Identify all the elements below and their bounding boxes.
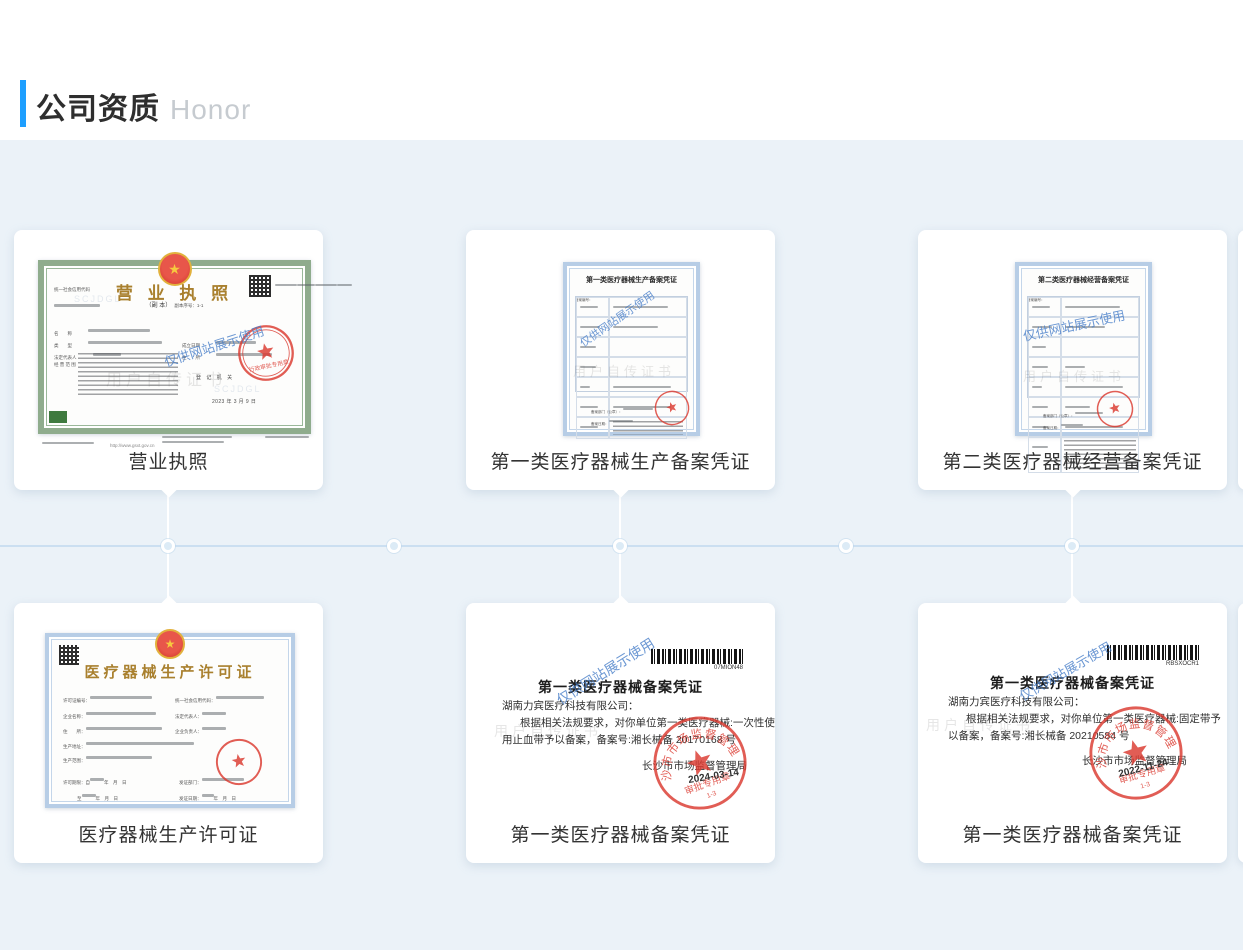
card-tail [160,596,177,613]
card-tail [612,481,629,498]
barcode-serial: RBSXOCR1 [1166,661,1199,667]
timeline-dot [839,539,853,553]
company-line: 湖南力宾医疗科技有限公司： [948,694,1085,709]
cert-title: 第一类医疗器械备案凭证 [918,673,1227,693]
green-code-block [49,411,67,423]
card-label: 营业执照 [14,447,323,474]
card-label: 医疗器械生产许可证 [14,820,323,847]
page-title: 公司资质 Honor [36,84,251,128]
cert-table [575,296,688,392]
company-honor-page: 公司资质 Honor ★ 统一社会信用代码 营 业 执 照 （副 本） 副本序号：… [0,0,1243,950]
qr-code [249,275,271,297]
scope-label: 生产范围： [63,758,86,763]
red-stamp: 行政审批专用章 [232,319,301,388]
section-header: 公司资质 Honor [0,0,1243,140]
credit-code-label: 统一社会信用代码： [175,698,216,703]
certificate-image: ★ 医疗器械生产许可证 许可证编号： 统一社会信用代码： 企业名称： 法定代表人… [45,633,295,808]
barcode-serial: 07MION48 [714,665,743,671]
card-label: 第二类医疗器械经营备案凭证 [918,447,1227,474]
field-address: 住 所 [182,355,200,360]
issue-date: 2023 年 3 月 9 日 [212,398,256,405]
term-label: 许可期限：自 [63,780,90,785]
timeline-dot [387,539,401,553]
cert-card-class2-operation[interactable]: 第二类医疗器械经营备案凭证 备案编号： 备案部门（公章）： 备案日期： [918,230,1227,490]
to-label: 至 [77,796,82,801]
cert-card-class1-production[interactable]: 第一类医疗器械生产备案凭证 备案编号： 备案部门（公章）： 备案日期： [466,230,775,490]
certificate-image: 第二类医疗器械经营备案凭证 备案编号： 备案部门（公章）： 备案日期： [1015,262,1152,436]
card-label: 第一类医疗器械生产备案凭证 [466,447,775,474]
cert-title: 第二类医疗器械经营备案凭证 [1019,275,1148,285]
card-label: 第一类医疗器械备案凭证 [918,820,1227,847]
card-tail [612,596,629,613]
card-tail [1064,596,1081,613]
cert-title: 第一类医疗器械生产备案凭证 [567,275,696,285]
field-scope: 经 营 范 围 [54,362,76,367]
barcode [651,649,743,664]
accent-bar [20,80,26,127]
stamp-number: 1-3 [706,790,718,800]
cert-title: 医疗器械生产许可证 [49,661,291,682]
cert-card-class1-filing-2024[interactable]: 07MION48 第一类医疗器械备案凭证 湖南力宾医疗科技有限公司： 根据相关法… [466,603,775,863]
next-slide-peek [1238,603,1243,863]
cert-card-class1-filing-2022[interactable]: RBSXOCR1 第一类医疗器械备案凭证 湖南力宾医疗科技有限公司： 根据相关法… [918,603,1227,863]
issue-date-label: 发证日期： [179,796,202,801]
timeline-dot [613,539,627,553]
license-subtitle: （副 本） 副本序号：1-1 [44,300,305,309]
date-label: 备案日期： [591,422,609,426]
cert-card-production-permit[interactable]: ★ 医疗器械生产许可证 许可证编号： 统一社会信用代码： 企业名称： 法定代表人… [14,603,323,863]
company-line: 湖南力宾医疗科技有限公司： [502,698,639,713]
card-tail [1064,481,1081,498]
address-label: 住 所： [63,729,86,734]
dept-label: 发证部门： [179,780,202,785]
next-slide-peek [1238,230,1243,490]
head-label: 企业负责人： [175,729,202,734]
cert-title: 第一类医疗器械备案凭证 [466,677,775,697]
national-emblem-icon: ★ [155,629,185,659]
bg-watermark: SCJDGL [214,384,262,394]
card-tail [160,481,177,498]
card-label: 第一类医疗器械备案凭证 [466,820,775,847]
timeline-dot [1065,539,1079,553]
permit-no-label: 许可证编号： [63,698,90,703]
cert-table [1027,296,1140,398]
date-label: 备案日期： [1043,426,1061,430]
legal-label: 法定代表人： [175,714,202,719]
registrar-label: 登 记 机 关 [196,374,234,381]
scope-text [78,353,178,397]
title-en: Honor [170,94,251,125]
honor-carousel: ★ 统一社会信用代码 营 业 执 照 （副 本） 副本序号：1-1 名 称 类 … [0,140,1243,950]
barcode [1107,645,1199,660]
timeline-dot [161,539,175,553]
stamp-number: 1-3 [1140,781,1152,790]
certificate-image: 第一类医疗器械生产备案凭证 备案编号： 备案部门（公章）： 备案日期： [563,262,700,436]
title-cn: 公司资质 [36,93,160,126]
business-license-image: ★ 统一社会信用代码 营 业 执 照 （副 本） 副本序号：1-1 名 称 类 … [38,260,311,434]
cert-card-business-license[interactable]: ★ 统一社会信用代码 营 业 执 照 （副 本） 副本序号：1-1 名 称 类 … [14,230,323,490]
stamp-banner: 行政审批专用章 [248,358,290,374]
red-stamp [211,734,267,790]
company-label: 企业名称： [63,714,86,719]
